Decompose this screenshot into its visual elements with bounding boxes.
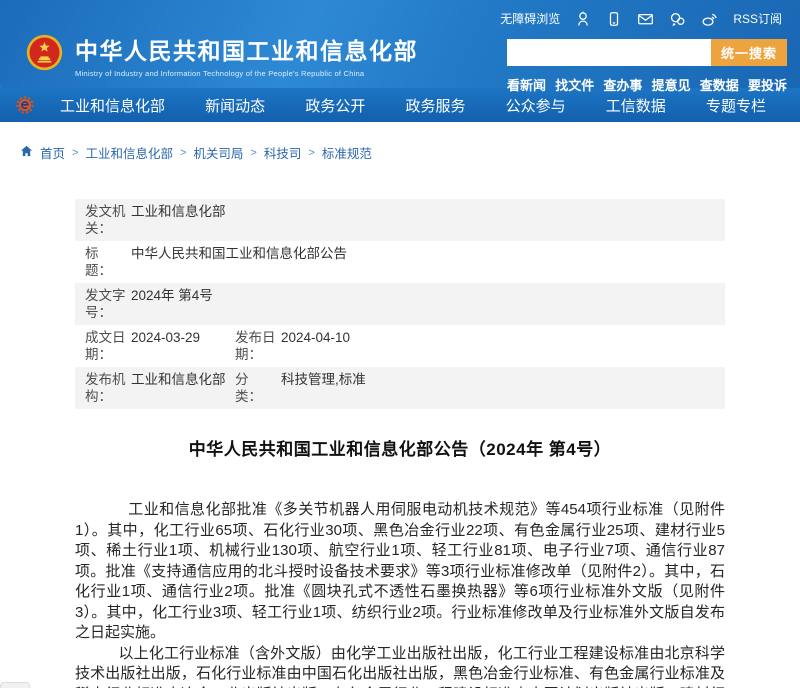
meta-label: 分 类：: [235, 371, 281, 405]
meta-value: 2024年 第4号: [131, 287, 715, 321]
page-title: 中华人民共和国工业和信息化部公告（2024年 第4号）: [75, 435, 725, 460]
meta-label: 成文日期：: [85, 329, 131, 363]
site-title: 中华人民共和国工业和信息化部: [75, 32, 418, 66]
mascot-icon[interactable]: [575, 11, 591, 27]
nav-item-gov-open[interactable]: 政务公开: [305, 95, 365, 116]
weibo-icon[interactable]: [701, 11, 718, 27]
breadcrumb-separator: >: [308, 147, 314, 159]
site-title-en: Ministry of Industry and Information Tec…: [75, 69, 418, 78]
meta-label: 发布机构：: [85, 371, 131, 405]
footer-corner: [0, 682, 30, 688]
breadcrumb-separator: >: [180, 147, 186, 159]
wechat-icon[interactable]: [669, 11, 686, 27]
meta-value: 中华人民共和国工业和信息化部公告: [131, 245, 715, 279]
meta-value: 科技管理,标准: [281, 371, 715, 405]
breadcrumb-home[interactable]: 首页: [40, 143, 65, 162]
meta-row-publisher-category: 发布机构： 工业和信息化部 分 类： 科技管理,标准: [75, 367, 725, 409]
meta-row-issuing-authority: 发文机关： 工业和信息化部: [75, 199, 725, 241]
nav-item-special[interactable]: 专题专栏: [706, 95, 766, 116]
document-meta-table: 发文机关： 工业和信息化部 标 题： 中华人民共和国工业和信息化部公告 发文字号…: [75, 199, 725, 409]
meta-row-title: 标 题： 中华人民共和国工业和信息化部公告: [75, 241, 725, 283]
meta-row-doc-number: 发文字号： 2024年 第4号: [75, 283, 725, 325]
mobile-icon[interactable]: [606, 11, 622, 27]
home-icon[interactable]: [20, 145, 33, 160]
nav-item-data[interactable]: 工信数据: [606, 95, 666, 116]
article-body: 工业和信息化部批准《多关节机器人用伺服电动机技术规范》等454项行业标准（见附件…: [75, 500, 725, 688]
nav-item-news[interactable]: 新闻动态: [205, 95, 265, 116]
quick-link-feedback[interactable]: 提意见: [652, 75, 691, 94]
article-content: 发文机关： 工业和信息化部 标 题： 中华人民共和国工业和信息化部公告 发文字号…: [75, 199, 725, 688]
quick-link-news[interactable]: 看新闻: [507, 75, 546, 94]
quick-links: 看新闻 找文件 查办事 提意见 查数据 要投诉: [507, 75, 787, 94]
quick-link-services[interactable]: 查办事: [603, 75, 642, 94]
mail-icon[interactable]: [637, 11, 654, 27]
national-emblem-icon: [26, 34, 63, 76]
meta-value: 工业和信息化部: [131, 371, 235, 405]
breadcrumb-departments[interactable]: 机关司局: [193, 143, 243, 162]
meta-value: 2024-04-10: [281, 329, 715, 363]
meta-label: 发文字号：: [85, 287, 131, 321]
miit-gear-logo-icon: [16, 96, 34, 114]
quick-link-files[interactable]: 找文件: [555, 75, 594, 94]
breadcrumb: 首页 > 工业和信息化部 > 机关司局 > 科技司 > 标准规范: [0, 122, 800, 171]
search-area: 统一搜索 看新闻 找文件 查办事 提意见 查数据 要投诉: [507, 39, 787, 94]
meta-label: 标 题：: [85, 245, 131, 279]
quick-link-complaint[interactable]: 要投诉: [748, 75, 787, 94]
breadcrumb-standards[interactable]: 标准规范: [322, 143, 372, 162]
article-paragraph: 工业和信息化部批准《多关节机器人用伺服电动机技术规范》等454项行业标准（见附件…: [75, 500, 725, 644]
quick-link-data[interactable]: 查数据: [700, 75, 739, 94]
breadcrumb-miit[interactable]: 工业和信息化部: [85, 143, 173, 162]
search-input[interactable]: [507, 39, 711, 66]
meta-label: 发文机关：: [85, 203, 131, 237]
nav-item-gov-service[interactable]: 政务服务: [405, 95, 465, 116]
site-header: 无障碍浏览: [0, 0, 800, 88]
meta-value: 2024-03-29: [131, 329, 235, 363]
brand-home-link[interactable]: 中华人民共和国工业和信息化部 Ministry of Industry and …: [26, 32, 418, 78]
meta-label: 发布日期：: [235, 329, 281, 363]
breadcrumb-separator: >: [72, 147, 78, 159]
breadcrumb-science-tech[interactable]: 科技司: [264, 143, 302, 162]
rss-link[interactable]: RSS订阅: [733, 10, 782, 27]
meta-row-dates: 成文日期： 2024-03-29 发布日期： 2024-04-10: [75, 325, 725, 367]
search-button[interactable]: 统一搜索: [711, 39, 787, 66]
utility-bar: 无障碍浏览: [500, 10, 782, 27]
page: 无障碍浏览: [0, 0, 800, 688]
nav-item-miit[interactable]: 工业和信息化部: [60, 95, 165, 116]
nav-item-participation[interactable]: 公众参与: [506, 95, 566, 116]
breadcrumb-separator: >: [250, 147, 256, 159]
accessibility-link[interactable]: 无障碍浏览: [500, 10, 560, 27]
article-paragraph: 以上化工行业标准（含外文版）由化学工业出版社出版，化工行业工程建设标准由北京科学…: [75, 644, 725, 688]
meta-value: 工业和信息化部: [131, 203, 715, 237]
